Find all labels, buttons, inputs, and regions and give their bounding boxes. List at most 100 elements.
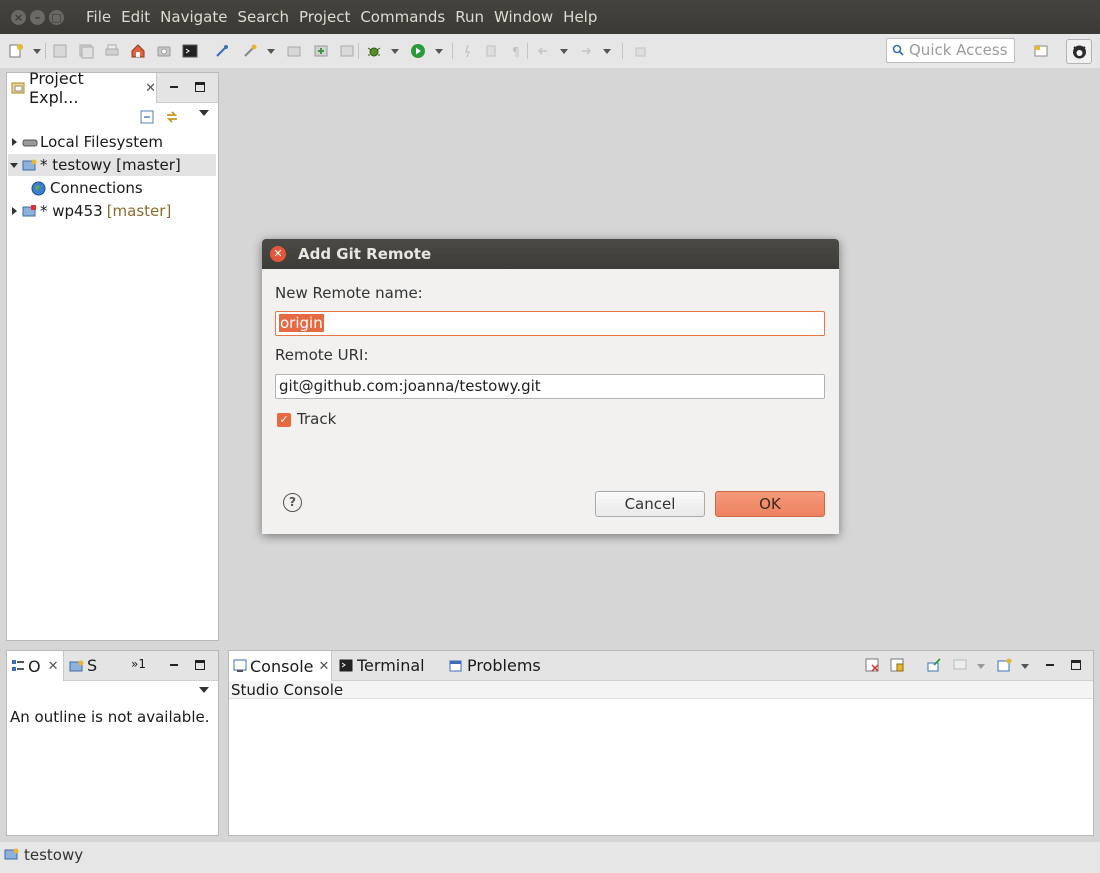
forward-icon[interactable] [578, 43, 594, 59]
window-minimize-icon[interactable]: – [30, 9, 45, 25]
collapse-all-icon[interactable] [140, 110, 154, 124]
close-icon[interactable]: ✕ [145, 81, 156, 96]
git-project-icon [69, 660, 84, 671]
tab-s-label: S [87, 656, 98, 675]
display-console-icon[interactable] [953, 658, 968, 673]
menu-file[interactable]: File [81, 0, 116, 34]
collapse-icon[interactable] [10, 162, 18, 168]
wand-dropdown-icon[interactable] [267, 49, 275, 54]
minimize-icon[interactable] [169, 660, 179, 670]
menu-search[interactable]: Search [232, 0, 294, 34]
pin-editor-icon[interactable] [633, 43, 649, 59]
camera-icon[interactable] [156, 43, 172, 59]
maximize-icon[interactable] [195, 660, 205, 670]
minimize-icon[interactable] [1045, 660, 1055, 670]
tab-problems-label: Problems [467, 656, 541, 675]
menu-edit[interactable]: Edit [116, 0, 155, 34]
cancel-button[interactable]: Cancel [595, 491, 705, 517]
run-icon[interactable] [410, 43, 426, 59]
menu-bar: × – □ File Edit Navigate Search Project … [0, 0, 1100, 34]
window-maximize-icon[interactable]: □ [49, 9, 64, 25]
tree-item-local-filesystem[interactable]: Local Filesystem [9, 131, 163, 153]
expand-icon[interactable] [12, 138, 17, 146]
export-icon[interactable] [286, 43, 302, 59]
expand-icon[interactable] [12, 207, 17, 215]
toolbar-separator [358, 43, 359, 59]
view-menu-icon[interactable] [199, 687, 209, 693]
tab-outline[interactable]: O ✕ [7, 651, 64, 681]
new-console-icon[interactable] [997, 658, 1012, 673]
console-icon [233, 659, 247, 672]
menu-navigate[interactable]: Navigate [155, 0, 232, 34]
tab-project-explorer[interactable]: Project Expl... ✕ [7, 69, 157, 107]
link-with-editor-icon[interactable] [164, 109, 180, 125]
close-icon[interactable]: ✕ [270, 246, 286, 262]
outline-message: An outline is not available. [10, 708, 210, 726]
more-tabs-button[interactable]: »1 [131, 657, 146, 671]
menu-help[interactable]: Help [558, 0, 602, 34]
scroll-lock-icon[interactable] [890, 658, 905, 673]
remote-uri-value: git@github.com:joanna/testowy.git [279, 377, 541, 395]
pin-console-icon[interactable] [927, 658, 942, 673]
annotation-icon[interactable] [460, 43, 476, 59]
clear-console-icon[interactable] [865, 658, 880, 673]
project-explorer-icon [11, 82, 25, 94]
remote-name-field[interactable]: origin [275, 311, 825, 336]
open-perspective-icon[interactable] [1033, 43, 1049, 59]
print-icon[interactable] [104, 43, 120, 59]
view-menu-icon[interactable] [199, 110, 209, 116]
ok-button[interactable]: OK [715, 491, 825, 517]
window-close-icon[interactable]: × [11, 9, 26, 25]
maximize-icon[interactable] [1071, 660, 1081, 670]
tab-s[interactable]: S [69, 656, 97, 675]
pilcrow-icon[interactable]: ¶ [508, 43, 524, 59]
remote-uri-field[interactable]: git@github.com:joanna/testowy.git [275, 374, 825, 399]
new-dropdown-icon[interactable] [33, 49, 41, 54]
quick-access-input[interactable]: Quick Access [886, 38, 1015, 63]
close-icon[interactable]: ✕ [319, 659, 330, 674]
menu-commands[interactable]: Commands [355, 0, 450, 34]
globe-icon [31, 181, 46, 195]
tab-console[interactable]: Console ✕ [229, 651, 332, 681]
menu-window[interactable]: Window [489, 0, 558, 34]
sync-icon[interactable] [339, 43, 355, 59]
save-all-icon[interactable] [78, 43, 94, 59]
new-console-dropdown-icon[interactable] [1021, 664, 1029, 669]
close-icon[interactable]: ✕ [48, 659, 59, 674]
tab-problems[interactable]: Problems [449, 656, 541, 675]
track-label[interactable]: Track [297, 410, 336, 428]
studio-perspective-icon [1073, 45, 1086, 59]
run-dropdown-icon[interactable] [435, 49, 443, 54]
deploy-icon[interactable] [313, 43, 329, 59]
toolbar-separator [45, 43, 46, 59]
tree-item-connections[interactable]: Connections [31, 177, 143, 199]
home-icon[interactable] [130, 43, 146, 59]
tree-item-wp453[interactable]: * wp453 [master] [9, 200, 171, 222]
back-dropdown-icon[interactable] [560, 49, 568, 54]
wand-icon[interactable] [242, 43, 258, 59]
minimize-icon[interactable] [169, 82, 179, 92]
tree-item-testowy[interactable]: * testowy [master] [8, 154, 216, 176]
debug-pin-icon[interactable] [214, 43, 230, 59]
forward-dropdown-icon[interactable] [603, 49, 611, 54]
back-icon[interactable] [535, 43, 551, 59]
tab-terminal[interactable]: Terminal [339, 656, 425, 675]
maximize-icon[interactable] [195, 82, 205, 92]
console-title-bar: Studio Console [229, 681, 1093, 699]
perspective-button[interactable] [1066, 39, 1092, 64]
console-output[interactable] [229, 700, 1093, 835]
help-icon[interactable]: ? [283, 493, 302, 512]
track-checkbox[interactable]: ✓ [277, 413, 291, 427]
debug-dropdown-icon[interactable] [391, 49, 399, 54]
display-dropdown-icon[interactable] [977, 664, 985, 669]
toggle-icon[interactable] [483, 43, 499, 59]
menu-run[interactable]: Run [450, 0, 489, 34]
menu-project[interactable]: Project [294, 0, 355, 34]
debug-icon[interactable] [366, 43, 382, 59]
save-icon[interactable] [52, 43, 68, 59]
svg-text:¶: ¶ [512, 45, 520, 59]
new-file-icon[interactable] [8, 43, 24, 59]
terminal-icon[interactable] [182, 43, 198, 59]
tree-item-label: * testowy [master] [40, 156, 181, 174]
outline-panel: O ✕ S »1 An outline is not available. [6, 650, 219, 836]
